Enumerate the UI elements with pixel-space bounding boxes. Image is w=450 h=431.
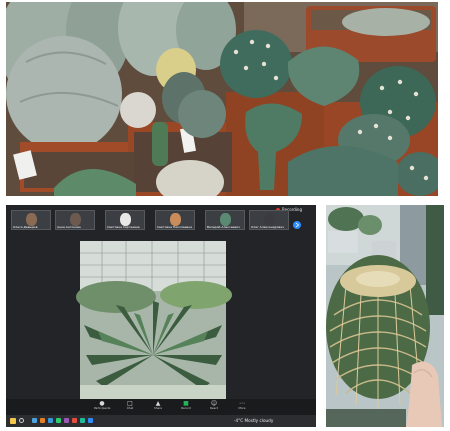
- greenhouse-cacti-photo: [6, 2, 438, 196]
- search-icon[interactable]: [19, 418, 24, 423]
- participant-tile[interactable]: Светлана Сергеевна: [105, 210, 145, 230]
- taskbar-app-icon[interactable]: [72, 418, 77, 423]
- barrel-cactus-photo: [326, 205, 444, 427]
- participant-tile[interactable]: Олег Александрович: [249, 210, 289, 230]
- share-button[interactable]: ▲ Share: [150, 401, 166, 411]
- participant-name: Олег Александрович: [251, 225, 285, 229]
- participant-tile[interactable]: Анна Антонова: [55, 210, 95, 230]
- participant-name: Светлана Николаевна: [157, 225, 192, 229]
- taskbar-app-icon[interactable]: [40, 418, 45, 423]
- taskbar-app-icon[interactable]: [32, 418, 37, 423]
- participants-button[interactable]: ● Participants: [94, 401, 110, 411]
- participant-name: Светлана Сергеевна: [107, 225, 140, 229]
- taskbar-app-icon[interactable]: [64, 418, 69, 423]
- windows-start-icon[interactable]: [10, 418, 16, 424]
- chat-button[interactable]: □ Chat: [122, 401, 138, 411]
- taskbar-app-icon[interactable]: [80, 418, 85, 423]
- record-button[interactable]: ■ Record: [178, 401, 194, 411]
- taskbar-weather[interactable]: -4°C Mostly cloudy: [234, 418, 273, 424]
- participant-tile[interactable]: Олеся Давыдов: [11, 210, 51, 230]
- participant-tile[interactable]: Светлана Николаевна: [155, 210, 195, 230]
- more-button[interactable]: ⋯ More: [234, 401, 250, 411]
- react-button[interactable]: ☺ React: [206, 401, 222, 411]
- taskbar-app-icon[interactable]: [88, 418, 93, 423]
- participant-tile[interactable]: Валерий Алексеевич: [205, 210, 245, 230]
- participant-name: Олеся Давыдов: [13, 225, 38, 229]
- taskbar-app-icon[interactable]: [56, 418, 61, 423]
- video-meeting-window: Recording Олеся Давыдов Анна Антонова Св…: [6, 205, 316, 427]
- participant-name: Анна Антонова: [57, 225, 81, 229]
- participant-name: Валерий Алексеевич: [207, 225, 240, 229]
- taskbar-app-icon[interactable]: [48, 418, 53, 423]
